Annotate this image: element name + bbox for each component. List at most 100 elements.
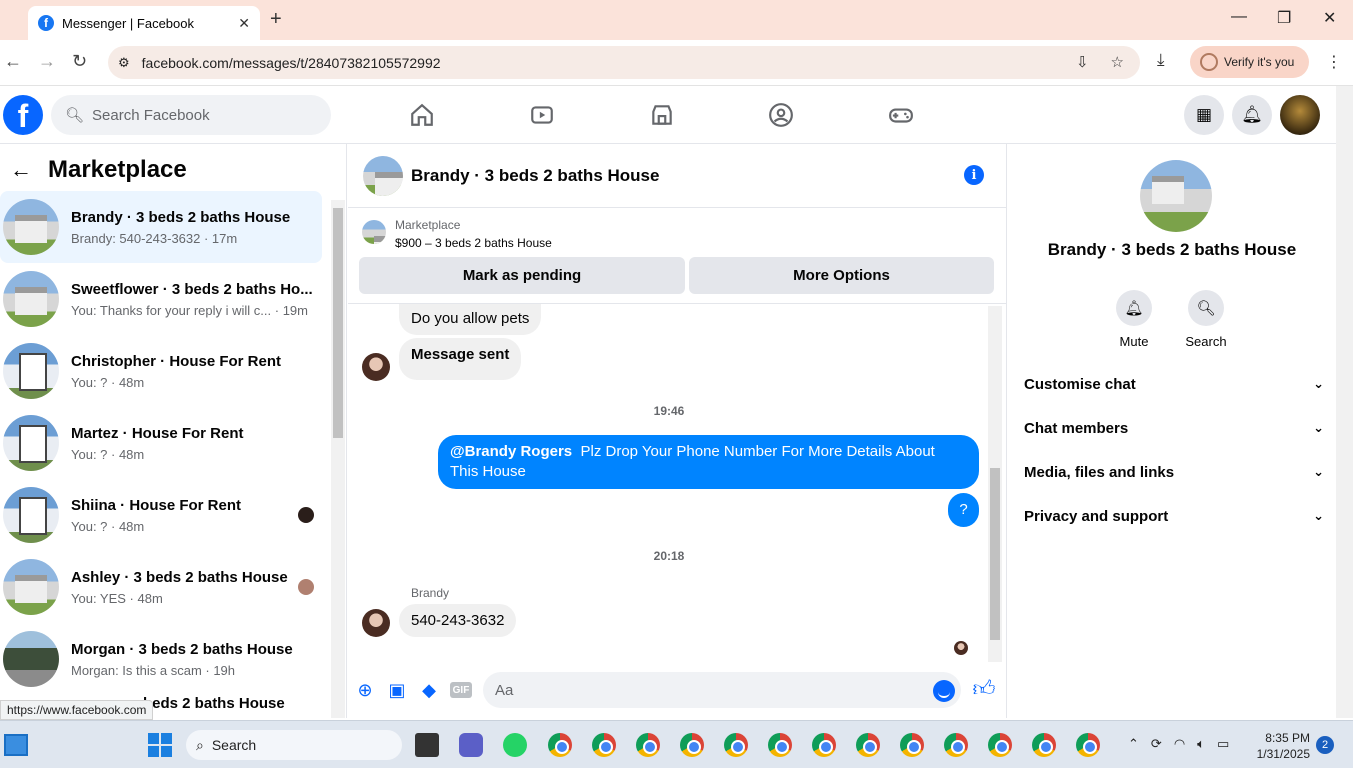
search-conversation-button[interactable]: 🔍︎ Search: [1176, 290, 1236, 349]
whatsapp-icon[interactable]: [503, 733, 527, 757]
attach-photo-icon[interactable]: ▣: [387, 680, 407, 700]
browser-menu-icon[interactable]: ⋮: [1326, 52, 1342, 72]
gif-icon[interactable]: GIF: [450, 682, 472, 698]
chrome-profile-icon[interactable]: [988, 733, 1012, 757]
chrome-profile-icon[interactable]: [592, 733, 616, 757]
like-thumb-icon[interactable]: 👍︎: [973, 676, 996, 701]
video-icon[interactable]: [529, 102, 555, 128]
home-icon[interactable]: [409, 102, 435, 128]
bookmark-star-icon[interactable]: ☆: [1111, 53, 1124, 71]
message-input[interactable]: Aa: [483, 672, 961, 708]
conversation-item[interactable]: Martez · House For Rent You: ? · 48m: [0, 407, 322, 479]
privacy-support-section[interactable]: Privacy and support ⌄: [1024, 502, 1324, 530]
chrome-profile-icon[interactable]: [944, 733, 968, 757]
media-files-links-section[interactable]: Media, files and links ⌄: [1024, 458, 1324, 486]
show-hidden-icons-icon[interactable]: ⌃: [1128, 736, 1139, 752]
notification-badge[interactable]: 2: [1316, 736, 1334, 754]
downloads-icon[interactable]: ⤓: [1157, 50, 1165, 70]
chevron-down-icon: ⌄: [1313, 464, 1324, 479]
facebook-search-input[interactable]: 🔍︎ Search Facebook: [51, 95, 331, 135]
status-url-tooltip: https://www.facebook.com: [0, 700, 154, 720]
battery-icon[interactable]: ▭: [1217, 736, 1229, 752]
emoji-icon[interactable]: [933, 680, 955, 702]
chrome-profile-icon[interactable]: [724, 733, 748, 757]
conversation-item[interactable]: Brandy · 3 beds 2 baths House Brandy: 54…: [0, 191, 322, 263]
marketplace-icon[interactable]: [649, 102, 675, 128]
profile-avatar[interactable]: [1280, 95, 1320, 135]
chat-members-section[interactable]: Chat members ⌄: [1024, 414, 1324, 442]
chat-photo[interactable]: [1140, 160, 1212, 232]
mute-button[interactable]: 🔔︎ Mute: [1104, 290, 1164, 349]
sender-avatar[interactable]: [362, 609, 390, 637]
close-window-icon[interactable]: ✕: [1323, 8, 1336, 28]
teams-icon[interactable]: [459, 733, 483, 757]
sticker-icon[interactable]: ◆: [419, 680, 439, 700]
conversation-item[interactable]: Morgan · 3 beds 2 baths House Morgan: Is…: [0, 623, 322, 695]
mention[interactable]: @Brandy Rogers: [450, 443, 572, 460]
conversation-name: Morgan · 3 beds 2 baths House: [71, 640, 293, 658]
sync-icon[interactable]: ⟳: [1151, 736, 1162, 752]
page-scrollbar[interactable]: [1336, 86, 1353, 718]
add-plus-icon[interactable]: ⊕: [355, 680, 375, 700]
wifi-icon[interactable]: ◠: [1174, 736, 1185, 752]
volume-icon[interactable]: 🔈︎: [1197, 736, 1205, 752]
chrome-profile-icon[interactable]: [812, 733, 836, 757]
taskbar-search-input[interactable]: ⌕ Search: [186, 730, 402, 760]
facebook-header: f 🔍︎ Search Facebook ▦ 🔔︎: [0, 86, 1336, 144]
notifications-bell-icon[interactable]: 🔔︎: [1232, 95, 1272, 135]
new-tab-icon[interactable]: +: [270, 8, 282, 31]
address-bar[interactable]: ⚙ facebook.com/messages/t/28407382105572…: [108, 46, 1140, 79]
sender-avatar[interactable]: [362, 353, 390, 381]
section-label: Privacy and support: [1024, 507, 1169, 525]
verify-button[interactable]: Verify it's you: [1190, 46, 1309, 78]
menu-grid-icon[interactable]: ▦: [1184, 95, 1224, 135]
widgets-icon[interactable]: [4, 734, 28, 756]
sender-name: Brandy: [411, 586, 450, 600]
close-tab-icon[interactable]: ✕: [238, 15, 250, 32]
maximize-icon[interactable]: ❐: [1277, 8, 1291, 28]
forward-icon[interactable]: →: [38, 51, 56, 72]
info-icon[interactable]: i: [964, 165, 984, 185]
mark-as-pending-button[interactable]: Mark as pending: [359, 257, 685, 294]
conversation-item[interactable]: Christopher · House For Rent You: ? · 48…: [0, 335, 322, 407]
chrome-profile-icon[interactable]: [1076, 733, 1100, 757]
listing-price[interactable]: $900 – 3 beds 2 baths House: [395, 236, 552, 250]
gaming-icon[interactable]: [888, 102, 914, 128]
customise-chat-section[interactable]: Customise chat ⌄: [1024, 370, 1324, 398]
conversation-snippet: Brandy: 540-243-3632 · 17m: [71, 230, 238, 246]
system-tray: ⌃ ⟳ ◠ 🔈︎ ▭: [1128, 736, 1229, 752]
conversation-item[interactable]: Sweetflower · 3 beds 2 baths Ho... You: …: [0, 263, 322, 335]
chat-title[interactable]: Brandy · 3 beds 2 baths House: [411, 166, 659, 186]
reload-icon[interactable]: ↻: [72, 51, 87, 72]
more-options-button[interactable]: More Options: [689, 257, 994, 294]
facebook-favicon-icon: f: [38, 15, 54, 31]
chat-thumbnail[interactable]: [363, 155, 403, 196]
windows-start-icon[interactable]: [148, 733, 172, 757]
chrome-profile-icon-active[interactable]: [768, 733, 792, 757]
groups-icon[interactable]: [768, 102, 794, 128]
message-composer: ⊕ ▣ ◆ GIF Aa 👍︎: [348, 668, 1006, 714]
site-info-icon[interactable]: ⚙: [118, 55, 130, 71]
chrome-profile-icon[interactable]: [900, 733, 924, 757]
conversation-name: Ashley · 3 beds 2 baths House: [71, 568, 288, 586]
conversation-item[interactable]: Ashley · 3 beds 2 baths House You: YES ·…: [0, 551, 322, 623]
browser-tab[interactable]: f Messenger | Facebook ✕: [28, 6, 260, 40]
task-view-icon[interactable]: [415, 733, 439, 757]
taskbar-clock[interactable]: 8:35 PM 1/31/2025: [1256, 730, 1310, 762]
facebook-logo-icon[interactable]: f: [3, 95, 43, 135]
chrome-profile-icon[interactable]: [856, 733, 880, 757]
listing-thumbnail[interactable]: [362, 220, 386, 244]
minimize-icon[interactable]: —: [1231, 8, 1247, 26]
install-app-icon[interactable]: ⇩: [1076, 53, 1089, 71]
chat-scrollbar[interactable]: [988, 306, 1002, 662]
chrome-profile-icon[interactable]: [548, 733, 572, 757]
chrome-profile-icon[interactable]: [1032, 733, 1056, 757]
section-label: Customise chat: [1024, 375, 1136, 393]
back-arrow-icon[interactable]: ←: [10, 157, 32, 183]
chrome-profile-icon[interactable]: [636, 733, 660, 757]
conversation-list-scrollbar[interactable]: [331, 200, 345, 718]
chrome-profile-icon[interactable]: [680, 733, 704, 757]
back-icon[interactable]: ←: [4, 51, 22, 72]
conversation-item[interactable]: Shiina · House For Rent You: ? · 48m: [0, 479, 322, 551]
search-icon: 🔍︎: [1188, 290, 1224, 326]
